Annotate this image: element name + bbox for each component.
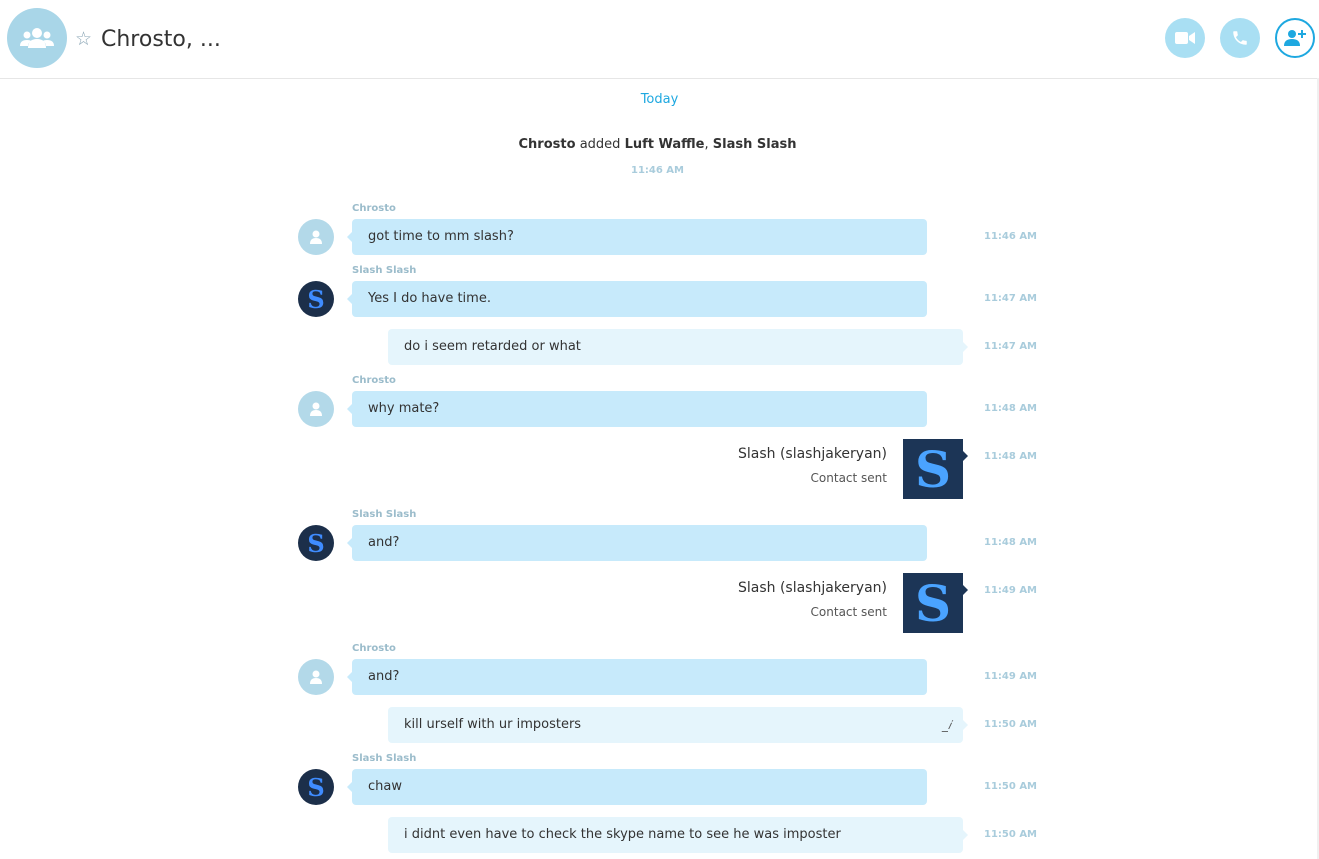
s-logo-icon: S [915,575,951,631]
message-sender[interactable]: Chrosto [352,375,396,386]
message-bubble-outgoing[interactable]: i didnt even have to check the skype nam… [388,817,968,853]
s-logo-icon: S [307,529,324,558]
avatar[interactable] [298,659,334,695]
phone-icon [1233,31,1247,45]
message-timestamp: 11:48 AM [984,537,1038,548]
avatar[interactable]: S [298,281,334,317]
message-text: do i seem retarded or what [404,339,581,354]
message-text: and? [368,535,400,550]
message-timestamp: 11:48 AM [984,403,1038,414]
message-bubble[interactable]: Yes I do have time. [347,281,927,317]
group-avatar[interactable] [7,8,67,68]
contact-card-picture[interactable]: S [903,573,968,633]
message-timestamp: 11:50 AM [984,719,1038,730]
date-divider: Today [640,92,679,107]
system-target[interactable]: Slash Slash [713,137,797,152]
message-sender[interactable]: Slash Slash [352,509,416,520]
avatar[interactable]: S [298,525,334,561]
message-sender[interactable]: Slash Slash [352,753,416,764]
message-bubble-outgoing[interactable]: do i seem retarded or what [388,329,968,365]
message-text: Yes I do have time. [368,291,491,306]
default-user-icon [310,230,322,244]
avatar[interactable]: S [298,769,334,805]
message-sender[interactable]: Chrosto [352,643,396,654]
contact-card-picture[interactable]: S [903,439,968,499]
system-separator: , [704,137,709,152]
contact-card-name[interactable]: Slash (slashjakeryan) [738,446,887,462]
message-text: why mate? [368,401,440,416]
system-verb: added [579,137,621,152]
contact-card-status: Contact sent [810,471,887,485]
message-timestamp: 11:49 AM [984,585,1038,596]
message-bubble[interactable]: got time to mm slash? [347,219,927,255]
contact-card-name[interactable]: Slash (slashjakeryan) [738,580,887,596]
star-outline-icon[interactable]: ☆ [75,28,92,50]
svg-text:S: S [307,285,324,314]
video-camera-icon [1175,32,1195,44]
system-target[interactable]: Luft Waffle [625,137,705,152]
system-message: Chrosto added Luft Waffle, Slash Slash [0,137,1315,152]
message-timestamp: 11:47 AM [984,293,1038,304]
message-bubble[interactable]: why mate? [347,391,927,427]
s-logo-icon: S [307,285,324,314]
s-logo-icon: S [307,773,324,802]
message-timestamp: 11:50 AM [984,829,1038,840]
message-text: got time to mm slash? [368,229,514,244]
svg-text:S: S [307,529,324,558]
default-user-icon [310,670,322,684]
message-sender[interactable]: Chrosto [352,203,396,214]
video-call-button[interactable] [1165,18,1205,58]
message-text: chaw [368,779,402,794]
message-text: and? [368,669,400,684]
s-logo-icon: S [915,441,951,497]
add-person-icon [1284,30,1306,46]
message-text: kill urself with ur imposters [404,717,582,732]
message-bubble[interactable]: chaw [347,769,927,805]
svg-text:S: S [307,773,324,802]
message-timestamp: 11:46 AM [984,231,1038,242]
add-people-button[interactable] [1275,18,1315,58]
message-bubble[interactable]: and? [347,525,927,561]
conversation-title[interactable]: Chrosto, ... [101,27,221,53]
audio-call-button[interactable] [1220,18,1260,58]
message-bubble-outgoing[interactable]: kill urself with ur imposters _𝑖 [388,707,968,743]
message-timestamp: 11:48 AM [984,451,1038,462]
message-timestamp: 11:49 AM [984,671,1038,682]
conversation-header: ☆ Chrosto, ... [0,0,1319,79]
default-user-icon [310,402,322,416]
contact-card-status: Contact sent [810,605,887,619]
edit-pencil-icon: _𝑖 [941,718,951,732]
svg-text:S: S [915,575,951,631]
message-text: i didnt even have to check the skype nam… [404,827,841,842]
message-timestamp: 11:47 AM [984,341,1038,352]
message-timestamp: 11:50 AM [984,781,1038,792]
message-bubble[interactable]: and? [347,659,927,695]
avatar[interactable] [298,391,334,427]
system-actor[interactable]: Chrosto [519,137,576,152]
system-timestamp: 11:46 AM [630,165,684,176]
message-sender[interactable]: Slash Slash [352,265,416,276]
group-icon [20,28,54,48]
avatar[interactable] [298,219,334,255]
svg-text:S: S [915,441,951,497]
